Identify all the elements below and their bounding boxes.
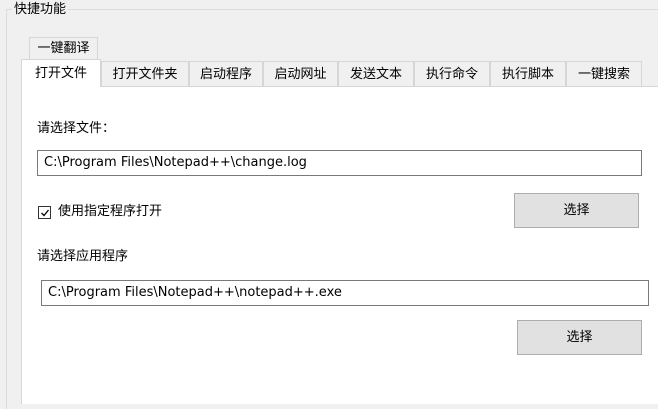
- group-title: 快捷功能: [12, 2, 69, 18]
- tab-run-script[interactable]: 执行脚本: [490, 61, 566, 86]
- tab-launch-program[interactable]: 启动程序: [189, 61, 263, 86]
- tab-open-folder[interactable]: 打开文件夹: [101, 61, 189, 86]
- tab-send-text[interactable]: 发送文本: [338, 61, 414, 86]
- app-label: 请选择应用程序: [37, 249, 129, 264]
- select-app-button[interactable]: 选择: [517, 320, 642, 355]
- tab-translate[interactable]: 一键翻译: [29, 37, 98, 60]
- tab-run-command[interactable]: 执行命令: [414, 61, 490, 86]
- tab-launch-url[interactable]: 启动网址: [263, 61, 338, 86]
- use-program-checkbox[interactable]: [38, 206, 51, 219]
- check-icon: [41, 209, 50, 217]
- tab-open-file[interactable]: 打开文件: [21, 59, 101, 87]
- file-path-input[interactable]: C:\Program Files\Notepad++\change.log: [37, 150, 642, 176]
- app-path-input[interactable]: C:\Program Files\Notepad++\notepad++.exe: [41, 280, 649, 306]
- use-program-label[interactable]: 使用指定程序打开: [58, 203, 162, 221]
- select-file-button[interactable]: 选择: [514, 193, 639, 228]
- open-file-panel: 请选择文件： C:\Program Files\Notepad++\change…: [21, 86, 658, 404]
- tab-quick-search[interactable]: 一键搜索: [566, 61, 642, 86]
- file-label: 请选择文件：: [37, 121, 116, 136]
